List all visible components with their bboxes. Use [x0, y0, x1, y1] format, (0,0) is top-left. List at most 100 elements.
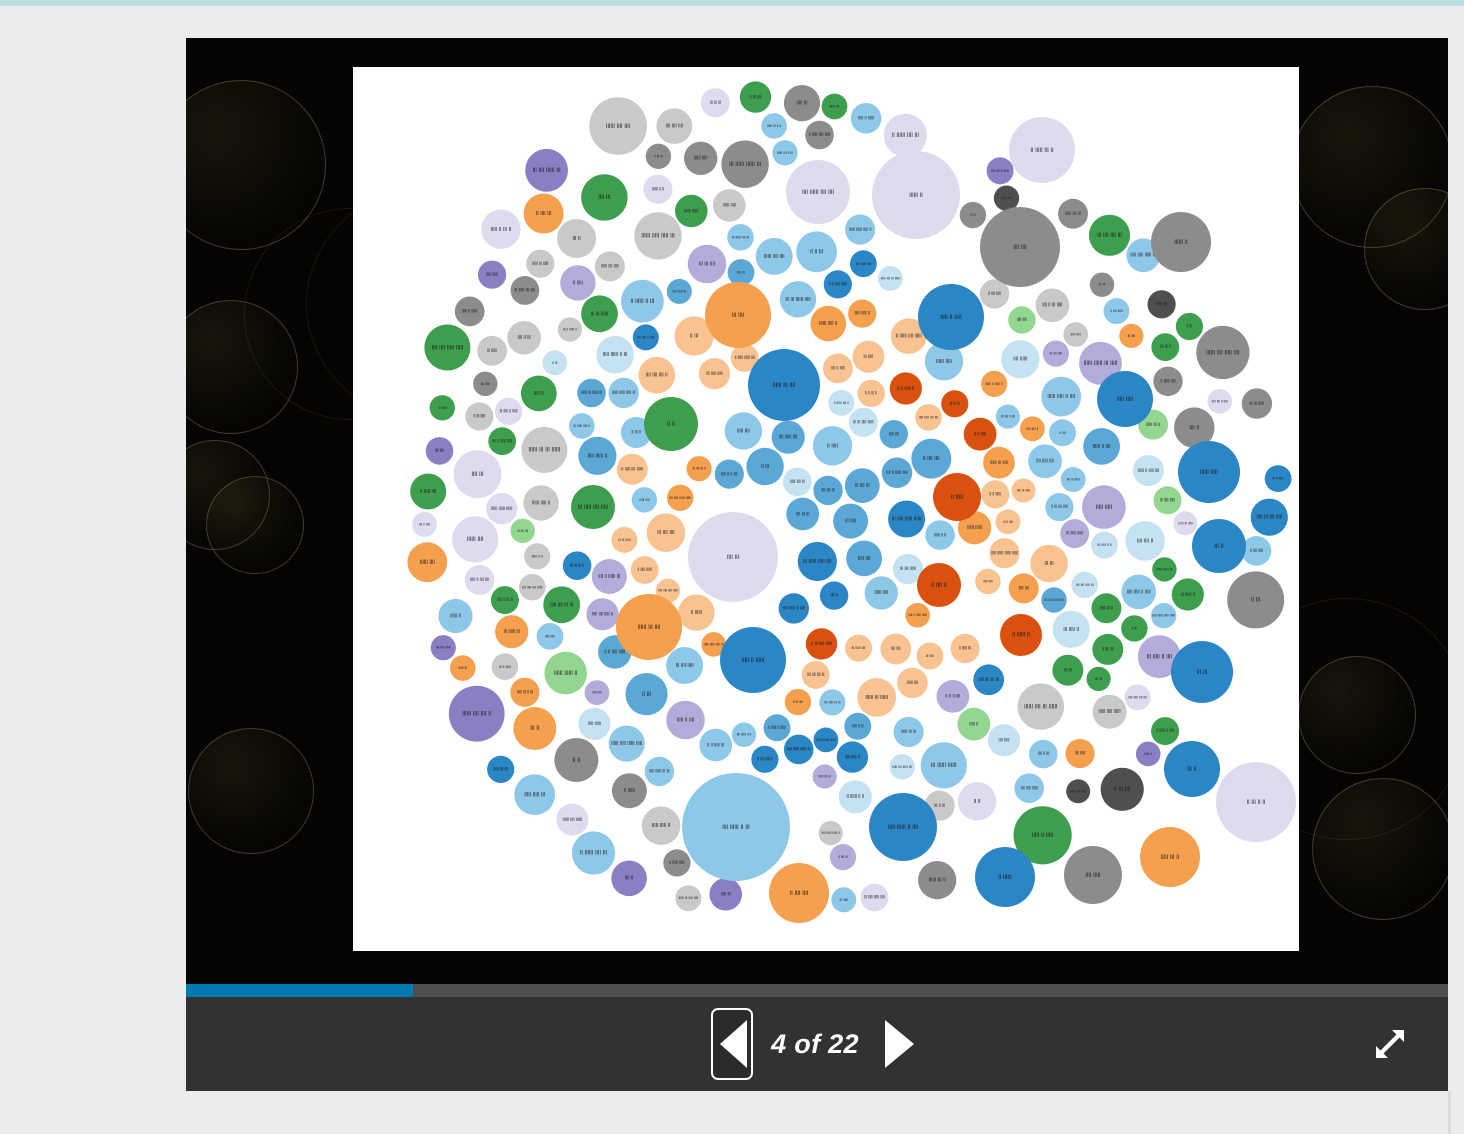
bubble	[786, 160, 850, 224]
bubble	[465, 402, 494, 431]
bubble	[543, 586, 581, 624]
bubble	[523, 485, 559, 521]
bubble	[821, 93, 848, 120]
bubble	[850, 103, 882, 134]
navigation-cluster: 4 of 22	[186, 997, 1448, 1091]
bubble	[1052, 654, 1084, 686]
bubble	[721, 140, 769, 188]
bubble	[678, 594, 715, 631]
bubble	[569, 413, 595, 439]
bubble	[1065, 738, 1095, 769]
bubble-chart: lllll lll llllllll llll lll llllllllllll…	[407, 81, 1296, 923]
bubble	[772, 140, 798, 166]
bubble	[915, 404, 942, 431]
bubble	[872, 151, 960, 239]
bubble	[881, 457, 913, 489]
bubble	[869, 793, 937, 861]
bubble	[562, 551, 592, 580]
bubble	[1125, 521, 1165, 561]
bubble	[1035, 288, 1070, 323]
bubble	[1058, 198, 1088, 229]
bubble	[755, 237, 793, 275]
bubble	[486, 492, 518, 525]
bubble	[438, 598, 473, 634]
bubble	[1083, 428, 1120, 465]
bubble	[714, 459, 744, 489]
bubble	[1227, 571, 1285, 629]
bubble	[571, 485, 615, 529]
right-gutter-divider	[1448, 1091, 1451, 1134]
bubble	[634, 212, 682, 260]
bubble	[959, 201, 987, 229]
bubble	[1153, 486, 1182, 515]
bubble	[1196, 325, 1250, 380]
bubble	[893, 716, 924, 748]
bubble	[581, 174, 628, 221]
bubble	[608, 725, 645, 762]
slide-counter: 4 of 22	[771, 1028, 859, 1059]
bubble	[1135, 741, 1161, 767]
bubble	[838, 780, 872, 814]
bubble	[686, 456, 712, 482]
bubble	[481, 209, 521, 249]
bubble	[663, 849, 691, 877]
bubble	[589, 97, 647, 155]
bubble	[829, 844, 857, 871]
bubble	[410, 473, 447, 510]
bubble	[889, 754, 915, 780]
bubble	[1086, 666, 1111, 692]
bubble	[1171, 578, 1204, 611]
player-toolbar: 4 of 22	[186, 997, 1448, 1091]
progress-fill	[186, 984, 414, 997]
bubble	[430, 635, 456, 661]
bubble	[981, 480, 1010, 509]
bubble	[513, 707, 557, 750]
bubble	[429, 395, 455, 421]
bubble	[973, 664, 1005, 696]
bubble	[699, 728, 732, 762]
bubble	[526, 249, 555, 278]
bubble	[698, 358, 731, 390]
bubble	[571, 831, 616, 875]
slide-stage: lllll lll llllll ll llll lll llllll llllll…	[186, 38, 1448, 984]
bubble	[1151, 603, 1177, 629]
bubble	[682, 773, 790, 881]
bubble	[981, 370, 1008, 397]
previous-slide-button[interactable]	[711, 1008, 754, 1080]
bubble	[751, 745, 779, 773]
bubble	[594, 251, 625, 282]
bubble	[1264, 465, 1292, 492]
bubble	[1178, 441, 1240, 503]
bubble	[957, 707, 991, 741]
bubble	[1060, 467, 1086, 492]
bubble	[616, 594, 682, 660]
bubble	[556, 803, 589, 836]
bubble	[727, 224, 754, 251]
bubble	[917, 563, 961, 607]
bubble	[831, 887, 857, 913]
bubble	[666, 700, 705, 740]
bubble	[880, 633, 912, 665]
bubble	[424, 324, 471, 371]
bubble	[453, 450, 502, 499]
bubble	[1089, 272, 1115, 297]
bubble	[813, 727, 839, 753]
fullscreen-button[interactable]	[1372, 1026, 1408, 1062]
bubble	[850, 250, 877, 278]
bubble	[1151, 333, 1180, 361]
bubble	[845, 214, 876, 245]
bubble	[1082, 485, 1126, 529]
bubble	[1028, 444, 1062, 479]
next-slide-button[interactable]	[877, 1013, 923, 1075]
bubble	[666, 278, 692, 304]
bubble	[495, 615, 529, 649]
decorative-circle	[188, 728, 314, 854]
bubble	[877, 266, 903, 291]
bubble	[1091, 593, 1122, 624]
bubble	[684, 141, 718, 175]
bubble	[864, 576, 898, 610]
progress-track[interactable]	[186, 984, 1448, 997]
triangle-left-icon	[719, 1020, 747, 1068]
bubble	[805, 120, 834, 150]
bubble	[918, 861, 957, 900]
